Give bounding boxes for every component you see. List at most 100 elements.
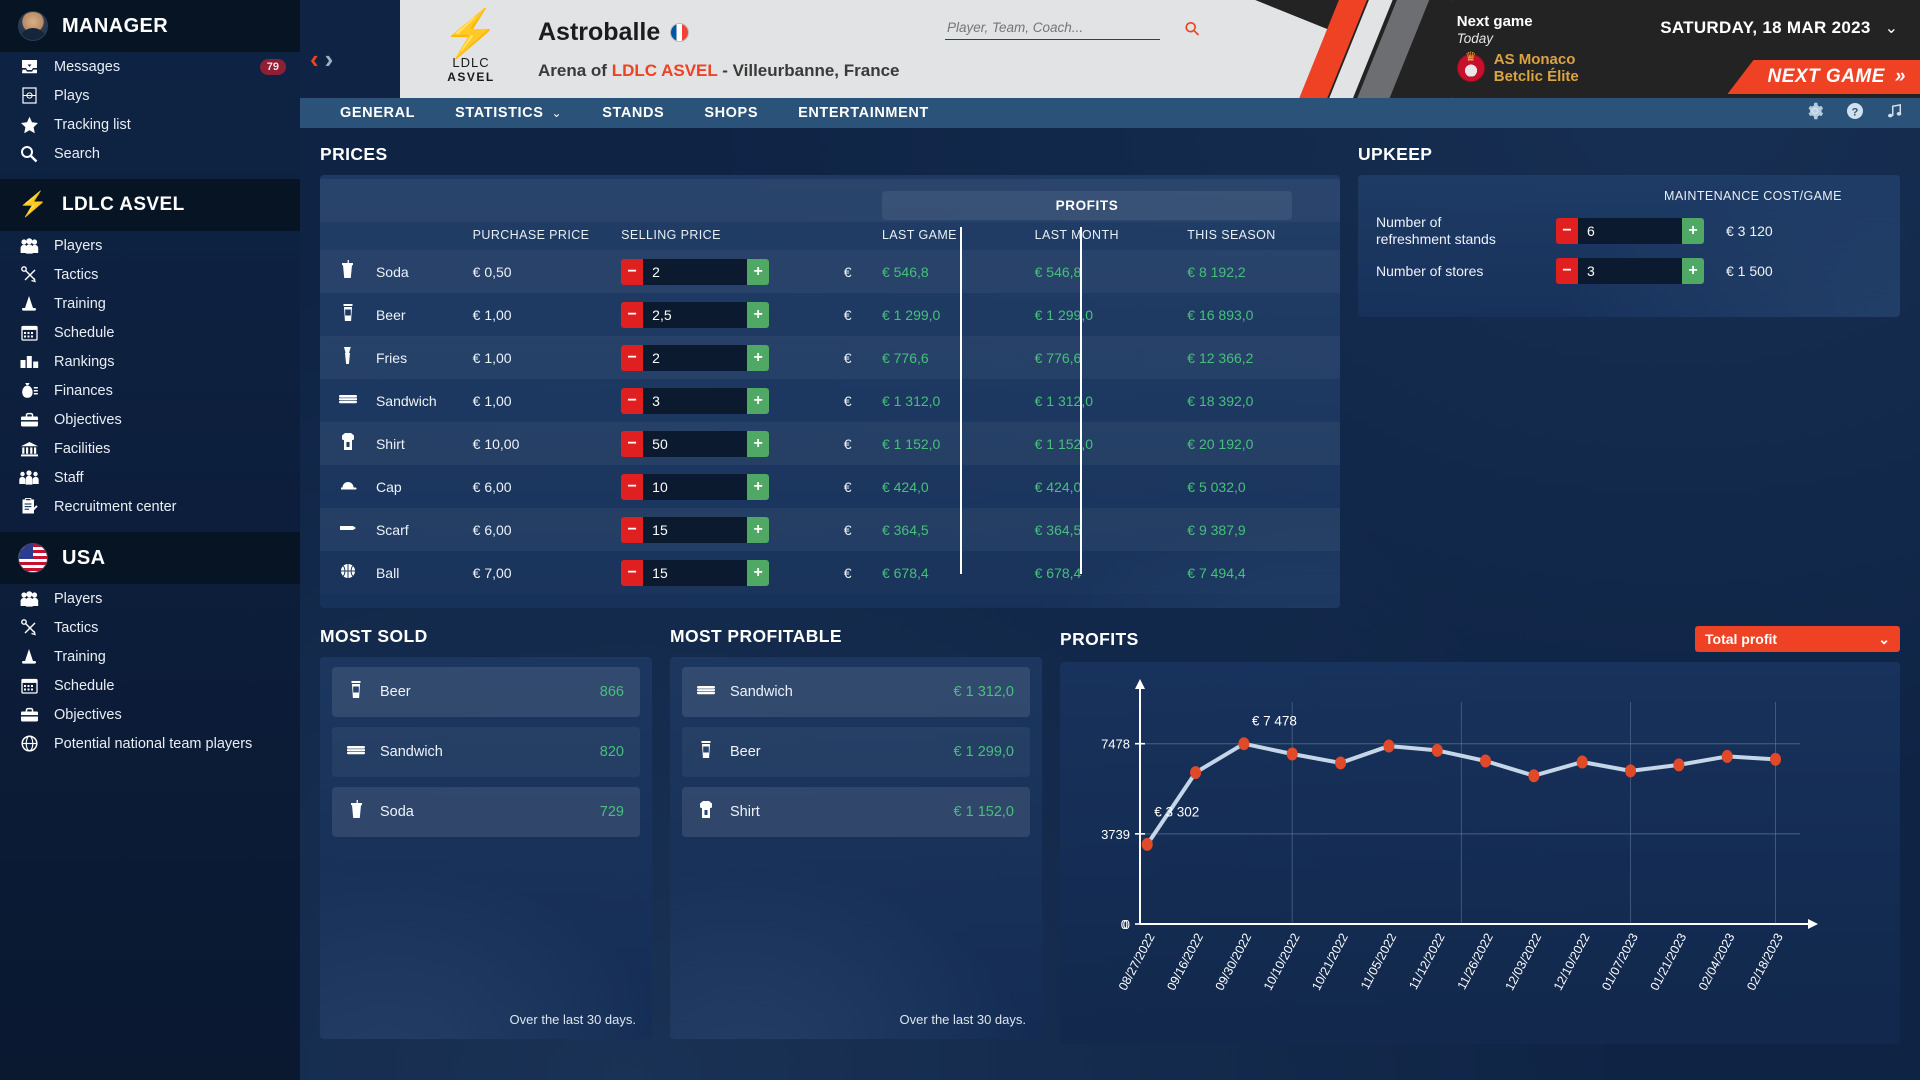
sidebar-header-manager[interactable]: MANAGER: [0, 0, 300, 52]
decrement-button[interactable]: −: [621, 559, 644, 586]
sidebar-item-club-objectives[interactable]: Objectives: [0, 405, 300, 434]
table-row[interactable]: Ball € 7,00 − 15 + € € 678,4 € 678,4 € 7…: [320, 551, 1340, 594]
sidebar-item-nation-objectives[interactable]: Objectives: [0, 700, 300, 729]
selling-price-value[interactable]: 50: [643, 430, 748, 457]
most-sold-panel: Beer 866 Sandwich 820 Soda 729 Over the …: [320, 657, 652, 1039]
decrement-button[interactable]: −: [621, 301, 644, 328]
money-bag-icon: [18, 381, 40, 401]
profit-last-month: € 1 312,0: [1034, 392, 1093, 409]
next-game-button[interactable]: NEXT GAME »: [1727, 60, 1920, 94]
selling-price-value[interactable]: 2,5: [643, 301, 748, 328]
sidebar-item-plays[interactable]: Plays: [0, 81, 300, 110]
selling-price-value[interactable]: 15: [643, 559, 748, 586]
sidebar-item-nation-players[interactable]: Players: [0, 584, 300, 613]
sidebar-item-club-staff[interactable]: Staff: [0, 463, 300, 492]
decrement-button[interactable]: −: [621, 258, 644, 285]
people-icon: [18, 589, 40, 609]
table-row[interactable]: Shirt € 10,00 − 50 + € € 1 152,0 € 1 152…: [320, 422, 1340, 465]
settings-icon[interactable]: [1806, 102, 1824, 125]
increment-button[interactable]: +: [747, 344, 770, 371]
table-row[interactable]: Scarf € 6,00 − 15 + € € 364,5 € 364,5 € …: [320, 508, 1340, 551]
shirt-icon: [682, 800, 730, 824]
date-selector[interactable]: SATURDAY, 18 MAR 2023 ⌄: [1660, 18, 1898, 38]
decrement-button[interactable]: −: [1556, 218, 1578, 244]
tab-entertainment[interactable]: ENTERTAINMENT: [778, 98, 949, 128]
sidebar-item-club-recruitment-center[interactable]: Recruitment center: [0, 492, 300, 521]
search-icon[interactable]: ⚲: [1180, 16, 1206, 42]
table-row[interactable]: Beer € 1,00 − 2,5 + € € 1 299,0 € 1 299,…: [320, 293, 1340, 336]
sidebar-item-nation-tactics[interactable]: Tactics: [0, 613, 300, 642]
increment-button[interactable]: +: [747, 430, 770, 457]
selling-price-value[interactable]: 15: [643, 516, 748, 543]
selling-price-value[interactable]: 3: [643, 387, 748, 414]
sidebar-group-nation: Players Tactics Training Schedule Object…: [0, 584, 300, 758]
tab-shops[interactable]: SHOPS: [684, 98, 778, 128]
tab-statistics[interactable]: STATISTICS ⌄: [435, 98, 582, 128]
list-item[interactable]: Sandwich € 1 312,0: [682, 667, 1030, 717]
decrement-button[interactable]: −: [621, 344, 644, 371]
decrement-button[interactable]: −: [621, 473, 644, 500]
increment-button[interactable]: +: [747, 473, 770, 500]
sandwich-icon: [332, 743, 380, 761]
profit-type-dropdown[interactable]: Total profit ⌄: [1695, 626, 1900, 652]
table-row[interactable]: Soda € 0,50 − 2 + € € 546,8 € 546,8 € 8 …: [320, 250, 1340, 293]
tab-general[interactable]: GENERAL: [320, 98, 435, 128]
most-profitable-title: MOST PROFITABLE: [670, 626, 842, 646]
sidebar-item-club-players[interactable]: Players: [0, 231, 300, 260]
table-row[interactable]: Fries € 1,00 − 2 + € € 776,6 € 776,6 € 1…: [320, 336, 1340, 379]
back-arrow-icon[interactable]: ‹: [310, 46, 319, 72]
help-icon[interactable]: ?: [1846, 102, 1864, 125]
sidebar-item-club-facilities[interactable]: Facilities: [0, 434, 300, 463]
list-item[interactable]: Beer 866: [332, 667, 640, 717]
increment-button[interactable]: +: [747, 516, 770, 543]
item-name: Sandwich: [730, 684, 793, 700]
selling-price-value[interactable]: 2: [643, 258, 748, 285]
list-item[interactable]: Beer € 1 299,0: [682, 727, 1030, 777]
arena-sub-club[interactable]: LDLC ASVEL: [612, 61, 718, 80]
decrement-button[interactable]: −: [621, 516, 644, 543]
table-row[interactable]: Sandwich € 1,00 − 3 + € € 1 312,0 € 1 31…: [320, 379, 1340, 422]
search-input[interactable]: [945, 18, 1160, 40]
refreshment-stands-value[interactable]: 6: [1578, 218, 1682, 244]
stores-value[interactable]: 3: [1578, 258, 1682, 284]
sidebar-item-tracking-list[interactable]: Tracking list: [0, 110, 300, 139]
tab-stands[interactable]: STANDS: [582, 98, 684, 128]
table-row[interactable]: Cap € 6,00 − 10 + € € 424,0 € 424,0 € 5 …: [320, 465, 1340, 508]
increment-button[interactable]: +: [1682, 258, 1704, 284]
next-game-opponent[interactable]: AS Monaco Betclic Élite: [1456, 51, 1579, 86]
selling-price-value[interactable]: 10: [643, 473, 748, 500]
sidebar-item-club-finances[interactable]: Finances: [0, 376, 300, 405]
sidebar-item-club-tactics[interactable]: Tactics: [0, 260, 300, 289]
increment-button[interactable]: +: [747, 301, 770, 328]
sidebar-item-club-rankings[interactable]: Rankings: [0, 347, 300, 376]
sidebar-item-nation-training[interactable]: Training: [0, 642, 300, 671]
increment-button[interactable]: +: [747, 387, 770, 414]
list-item[interactable]: Shirt € 1 152,0: [682, 787, 1030, 837]
forward-arrow-icon[interactable]: ›: [325, 46, 334, 72]
decrement-button[interactable]: −: [1556, 258, 1578, 284]
sidebar-header-club[interactable]: ⚡ LDLC ASVEL: [0, 179, 300, 231]
chevron-down-icon[interactable]: ⌄: [1885, 18, 1898, 38]
sidebar-item-club-training[interactable]: Training: [0, 289, 300, 318]
sidebar-item-nation-potential-players[interactable]: Potential national team players: [0, 729, 300, 758]
increment-button[interactable]: +: [747, 559, 770, 586]
decrement-button[interactable]: −: [621, 387, 644, 414]
selling-price-value[interactable]: 2: [643, 344, 748, 371]
music-icon[interactable]: [1886, 102, 1904, 125]
sidebar-item-messages[interactable]: Messages 79: [0, 52, 300, 81]
item-value: € 1 312,0: [953, 684, 1014, 700]
profit-this-season: € 12 366,2: [1187, 349, 1254, 366]
item-value: € 1 299,0: [953, 744, 1014, 760]
list-item[interactable]: Sandwich 820: [332, 727, 640, 777]
tab-label: STATISTICS: [455, 105, 544, 121]
increment-button[interactable]: +: [1682, 218, 1704, 244]
sidebar-item-label: Facilities: [54, 440, 111, 457]
sidebar-item-search[interactable]: Search: [0, 139, 300, 168]
sidebar-item-club-schedule[interactable]: Schedule: [0, 318, 300, 347]
decrement-button[interactable]: −: [621, 430, 644, 457]
data-point: [1335, 756, 1347, 770]
list-item[interactable]: Soda 729: [332, 787, 640, 837]
increment-button[interactable]: +: [747, 258, 770, 285]
sidebar-header-nation[interactable]: USA: [0, 532, 300, 584]
sidebar-item-nation-schedule[interactable]: Schedule: [0, 671, 300, 700]
